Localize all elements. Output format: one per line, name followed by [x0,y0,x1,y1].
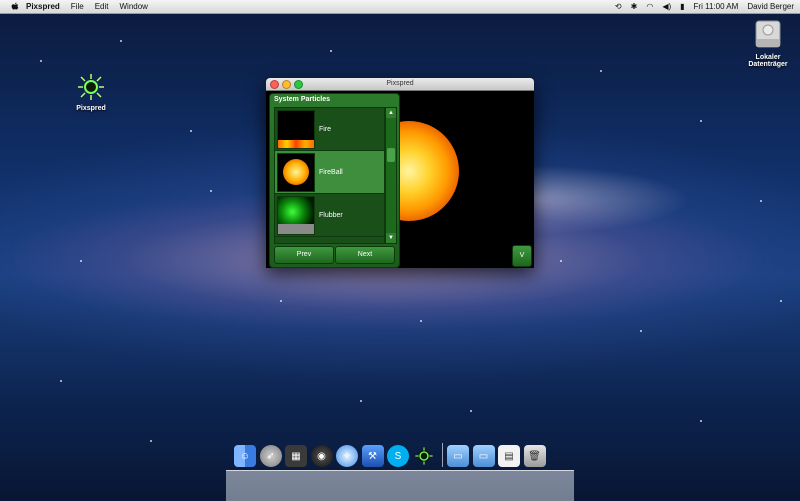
zoom-button[interactable] [294,80,303,89]
system-particles-panel: System Particles Fire FireBall Flubber ▲… [269,93,400,268]
bluetooth-icon[interactable]: ✱ [631,2,638,11]
menu-file[interactable]: File [71,2,84,11]
pixspred-icon [76,72,106,102]
user-name[interactable]: David Berger [747,2,794,11]
list-item-fireball[interactable]: FireBall [275,151,384,194]
applications-folder-icon[interactable]: ▭ [447,445,469,467]
list-scrollbar[interactable]: ▲ ▼ [385,107,397,244]
trash-icon[interactable]: 🗑 [523,445,546,467]
documents-folder-icon[interactable]: ▭ [472,445,495,467]
fireball-thumbnail [277,152,315,192]
safari-icon[interactable]: ✧ [336,445,358,467]
window-titlebar[interactable]: Pixspred [266,78,534,91]
desktop-app-label: Pixspred [76,105,106,112]
mission-control-icon[interactable]: ▦ [285,445,307,467]
wifi-icon[interactable]: ◠ [646,2,653,11]
list-item-label: Flubber [319,211,343,219]
skype-icon[interactable]: S [387,445,409,467]
dock: ☺ ➶ ▦ ◉ ✧ ⚒ S ▭ ▭ ▤ 🗑 [234,443,549,467]
hard-drive-icon [753,17,783,51]
fireball-particle [399,121,459,221]
v-button[interactable]: V [512,245,532,267]
scroll-down-icon[interactable]: ▼ [386,233,396,243]
list-item-flubber[interactable]: Flubber [275,194,384,237]
scroll-thumb[interactable] [387,148,395,162]
time-machine-icon[interactable]: ⟲ [615,2,622,11]
next-button[interactable]: Next [335,246,395,264]
minimize-button[interactable] [282,80,291,89]
menu-bar: Pixspred File Edit Window ⟲ ✱ ◠ ◀) ▮ Fri… [0,0,800,14]
fire-thumbnail [277,109,315,149]
particle-viewport[interactable] [399,91,534,268]
xcode-icon[interactable]: ⚒ [361,445,384,467]
list-item-fire[interactable]: Fire [275,108,384,151]
scroll-up-icon[interactable]: ▲ [386,108,396,118]
desktop-app-pixspred[interactable]: Pixspred [66,72,116,112]
drive-label-line2: Datenträger [748,61,788,68]
volume-icon[interactable]: ◀) [662,2,671,11]
downloads-stack-icon[interactable]: ▤ [498,445,520,467]
drive-label-line1: Lokaler [755,54,781,61]
pixspred-window: Pixspred System Particles Fire FireBall [266,78,534,268]
dock-shelf [226,470,574,501]
menu-app-name[interactable]: Pixspred [26,2,60,11]
pixspred-icon[interactable] [412,445,435,467]
launchpad-icon[interactable]: ➶ [259,445,282,467]
flubber-thumbnail [277,195,315,235]
finder-icon[interactable]: ☺ [234,445,256,467]
list-item-label: FireBall [319,168,343,176]
dashboard-icon[interactable]: ◉ [310,445,333,467]
list-item-label: Fire [319,125,332,133]
menu-edit[interactable]: Edit [95,2,109,11]
panel-title: System Particles [274,96,331,103]
particle-list[interactable]: Fire FireBall Flubber [274,107,385,244]
dock-separator [442,443,443,467]
prev-button[interactable]: Prev [274,246,334,264]
window-title: Pixspred [386,80,414,87]
clock[interactable]: Fri 11:00 AM [694,2,739,11]
menu-window[interactable]: Window [119,2,147,11]
desktop-drive[interactable]: Lokaler Datenträger [742,17,794,68]
flag-icon[interactable]: ▮ [680,2,684,11]
apple-menu-icon[interactable] [10,2,20,12]
close-button[interactable] [270,80,279,89]
